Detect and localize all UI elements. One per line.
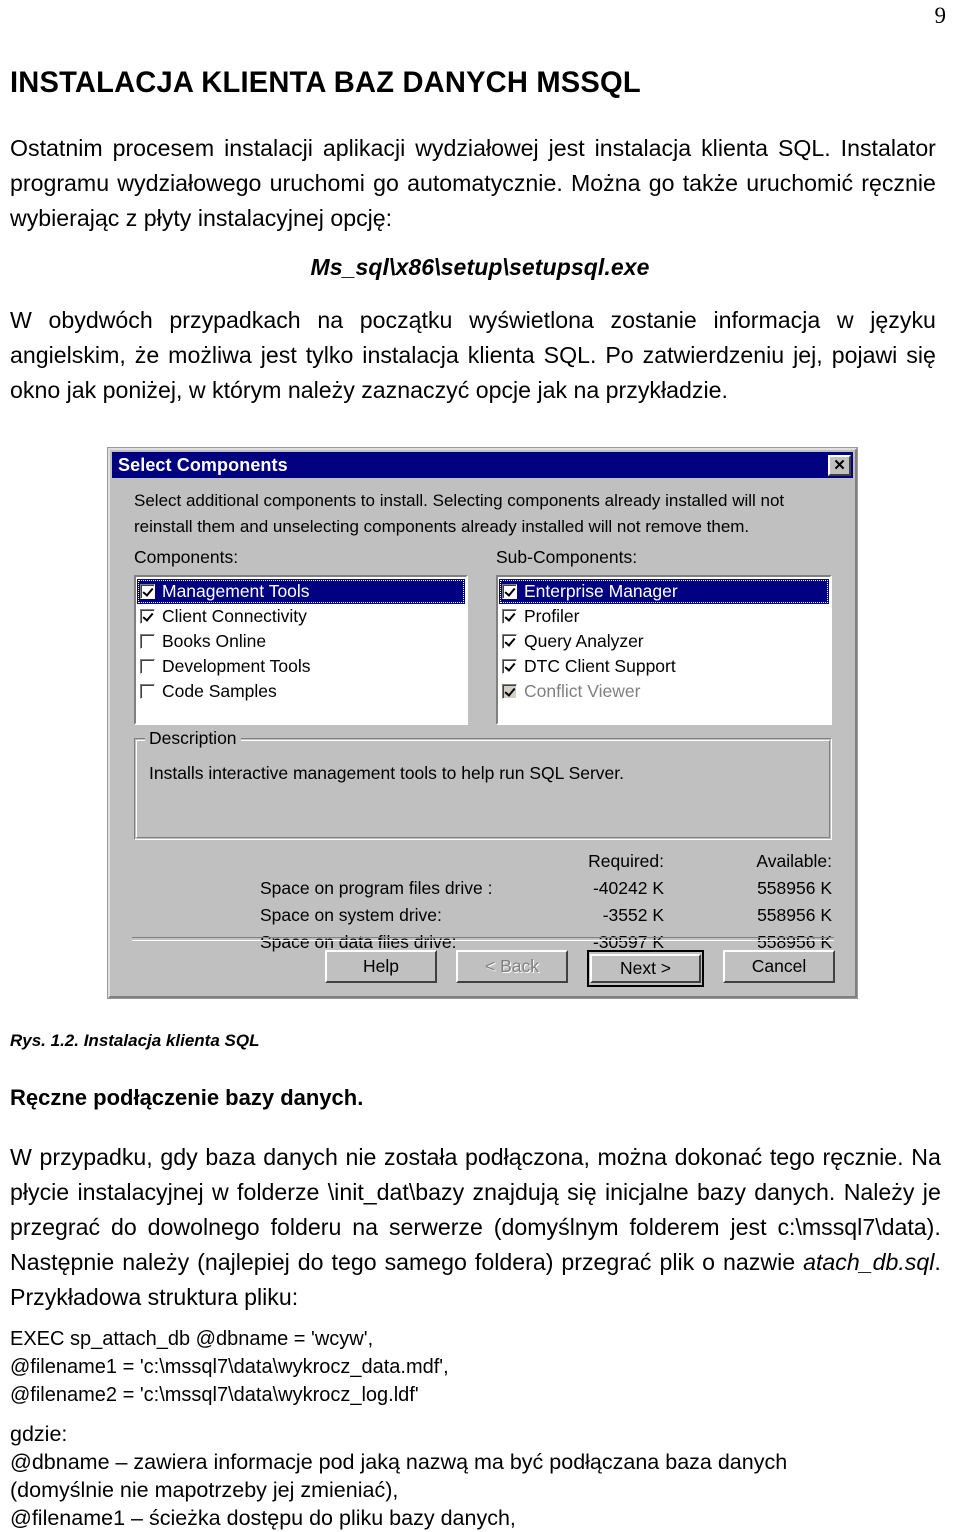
cell-drive-label: Space on program files drive :: [260, 878, 493, 898]
list-item-label: DTC Client Support: [524, 656, 676, 676]
list-item[interactable]: Client Connectivity: [137, 604, 465, 629]
list-item-label: Development Tools: [162, 656, 311, 676]
list-item-label: Profiler: [524, 606, 580, 626]
figure-caption: Rys. 1.2. Instalacja klienta SQL: [10, 1031, 260, 1050]
components-listbox[interactable]: Management Tools Client Connectivity Boo…: [134, 575, 468, 725]
paragraph-dialog-intro: W obydwóch przypadkach na początku wyświ…: [10, 307, 936, 403]
back-button: < Back: [456, 950, 568, 983]
description-groupbox: Description Installs interactive managem…: [134, 728, 832, 840]
column-header-available: Available:: [756, 851, 832, 871]
parameter-legend-block: gdzie: @dbname – zawiera informacje pod …: [10, 1422, 788, 1530]
paragraph-part-a: W przypadku, gdy baza danych nie została…: [10, 1144, 941, 1275]
list-item-label: Books Online: [162, 631, 267, 651]
checkbox-icon[interactable]: [502, 609, 517, 624]
list-item[interactable]: Books Online: [137, 629, 465, 654]
section-subheading: Ręczne podłączenie bazy danych.: [10, 1085, 364, 1110]
list-item-label: Client Connectivity: [162, 606, 307, 626]
document-body: INSTALACJA KLIENTA BAZ DANYCH MSSQL Osta…: [10, 0, 950, 408]
cell-available: 558956 K: [757, 905, 832, 925]
list-item-label: Code Samples: [162, 681, 277, 701]
cell-available: 558956 K: [757, 878, 832, 898]
dialog-title: Select Components: [118, 454, 288, 475]
list-item-label: Conflict Viewer: [524, 681, 641, 701]
list-item-label: Query Analyzer: [524, 631, 644, 651]
paragraph-manual-attach: W przypadku, gdy baza danych nie została…: [10, 1140, 941, 1315]
setup-path-line: Ms_sql\x86\setup\setupsql.exe: [310, 254, 650, 280]
list-item[interactable]: Code Samples: [137, 679, 465, 704]
list-item[interactable]: Management Tools: [137, 579, 465, 604]
document-page: 9 INSTALACJA KLIENTA BAZ DANYCH MSSQL Os…: [0, 0, 960, 1530]
subcomponents-listbox[interactable]: Enterprise Manager Profiler Query Analyz…: [496, 575, 832, 725]
table-row: Space on program files drive : -40242 K …: [260, 875, 832, 902]
page-title: INSTALACJA KLIENTA BAZ DANYCH MSSQL: [10, 66, 641, 99]
checkbox-icon: [502, 684, 517, 699]
dialog-titlebar: Select Components ✕: [112, 452, 853, 478]
list-item: Conflict Viewer: [499, 679, 829, 704]
cell-drive-label: Space on system drive:: [260, 905, 442, 925]
dialog-description: Select additional components to install.…: [134, 491, 785, 536]
paragraph-manual-attach-block: W przypadku, gdy baza danych nie została…: [10, 1140, 955, 1315]
description-groupbox-text: Installs interactive management tools to…: [149, 763, 625, 783]
next-button-default-frame: Next >: [587, 950, 704, 987]
dialog-button-row: Help < Back Next > Cancel: [325, 950, 835, 987]
list-item[interactable]: Profiler: [499, 604, 829, 629]
checkbox-icon[interactable]: [502, 659, 517, 674]
list-item[interactable]: Enterprise Manager: [499, 579, 829, 604]
sql-code-block: EXEC sp_attach_db @dbname = 'wcyw', @fil…: [10, 1328, 449, 1406]
checkbox-icon[interactable]: [140, 609, 155, 624]
cell-required: -40242 K: [592, 878, 664, 898]
paragraph-intro: Ostatnim procesem instalacji aplikacji w…: [10, 135, 936, 231]
next-button[interactable]: Next >: [590, 954, 701, 983]
checkbox-icon[interactable]: [140, 634, 155, 649]
column-header-required: Required:: [588, 851, 664, 871]
list-item[interactable]: Development Tools: [137, 654, 465, 679]
description-groupbox-title: Description: [145, 728, 241, 749]
components-label: Components:: [134, 547, 239, 567]
divider: [132, 937, 834, 941]
subcomponents-label: Sub-Components:: [496, 547, 638, 567]
checkbox-icon[interactable]: [140, 684, 155, 699]
close-icon[interactable]: ✕: [828, 454, 851, 476]
sql-file-name: atach_db.sql: [803, 1249, 935, 1275]
checkbox-icon[interactable]: [502, 584, 517, 599]
table-row: Space on system drive: -3552 K 558956 K: [260, 902, 832, 929]
checkbox-icon[interactable]: [502, 634, 517, 649]
help-button[interactable]: Help: [325, 950, 437, 983]
list-item-label: Enterprise Manager: [524, 581, 678, 601]
cancel-button[interactable]: Cancel: [723, 950, 835, 983]
cell-required: -3552 K: [602, 905, 664, 925]
column-header-blank: [260, 848, 514, 875]
checkbox-icon[interactable]: [140, 659, 155, 674]
checkbox-icon[interactable]: [140, 584, 155, 599]
select-components-dialog: Select Components ✕ Select additional co…: [108, 448, 857, 998]
list-item[interactable]: DTC Client Support: [499, 654, 829, 679]
list-item[interactable]: Query Analyzer: [499, 629, 829, 654]
list-item-label: Management Tools: [162, 581, 310, 601]
table-header-row: Required: Available:: [260, 848, 832, 875]
